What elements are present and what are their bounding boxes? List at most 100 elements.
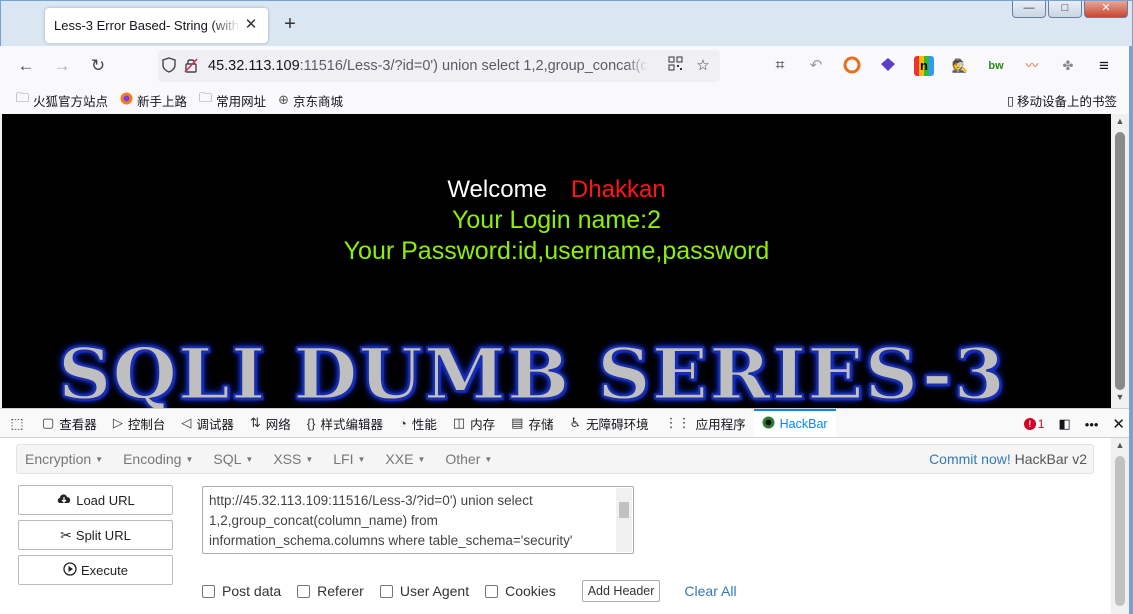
crop-screenshot-icon[interactable]: ⌗ (770, 56, 790, 76)
bw-extension-icon[interactable]: bw (986, 56, 1006, 76)
commit-now-link[interactable]: Commit now! (929, 451, 1011, 467)
colorful-extension-icon[interactable]: n (914, 56, 934, 76)
bookmark-star-icon[interactable]: ☆ (694, 56, 712, 76)
dock-toggle-icon[interactable]: ◧ (1058, 416, 1070, 432)
style-editor-icon: {} (306, 415, 316, 431)
storage-icon: ▤ (511, 415, 524, 430)
ublock-icon[interactable] (842, 56, 862, 76)
scroll-thumb[interactable] (1115, 456, 1125, 606)
button-label: Split URL (75, 527, 131, 543)
spy-extension-icon[interactable]: 🕵 (950, 56, 970, 76)
reload-button[interactable]: ↻ (86, 55, 110, 77)
error-count-badge[interactable]: ! 1 (1023, 417, 1044, 431)
checkbox-box[interactable] (202, 584, 215, 598)
referer-checkbox[interactable]: Referer (297, 583, 364, 599)
checkbox-box[interactable] (485, 584, 499, 598)
tab-style-editor[interactable]: {} 样式编辑器 (299, 409, 391, 437)
tab-hackbar[interactable]: HackBar (753, 409, 836, 437)
bookmarks-toolbar: 🗀 火狐官方站点 新手上路 🗀 常用网址 ⊕ 京东商城 ▯ 移动设备上的书签 (0, 86, 1133, 114)
checkbox-box[interactable] (379, 584, 393, 598)
new-tab-button[interactable]: + (279, 13, 301, 35)
menu-sql[interactable]: SQL ▼ (213, 451, 253, 467)
button-label: Load URL (76, 492, 135, 508)
layers-extension-icon[interactable] (878, 56, 898, 76)
tab-label: HackBar (779, 417, 828, 431)
welcome-text: Welcome (447, 176, 547, 203)
hackbar-menu: Encryption ▼ Encoding ▼ SQL ▼ XSS ▼ LFI ▼ XXE… (16, 444, 1094, 474)
checkbox-box[interactable] (297, 584, 311, 598)
tab-application[interactable]: ⋮⋮ 应用程序 (657, 409, 754, 437)
bookmark-item[interactable]: 新手上路 (120, 91, 187, 110)
url-textarea[interactable]: http://45.32.113.109:11516/Less-3/?id=0'… (202, 486, 634, 554)
login-name-text: Your Login name:2 (452, 206, 661, 234)
add-header-button[interactable]: Add Header (581, 580, 661, 602)
undo-icon[interactable]: ↶ (806, 56, 826, 76)
tab-title: Less-3 Error Based- String (with Twists) (54, 18, 240, 33)
textarea-scrollbar[interactable] (616, 488, 632, 552)
feather-extension-icon[interactable]: 〰 (1022, 56, 1042, 76)
page-scrollbar[interactable]: ▲ ▼ (1111, 114, 1129, 408)
bookmark-item[interactable]: ⊕ 京东商城 (278, 91, 343, 110)
scroll-thumb[interactable] (1115, 132, 1125, 390)
mobile-bookmarks[interactable]: ▯ 移动设备上的书签 (1007, 91, 1117, 110)
play-icon (63, 561, 77, 579)
tab-inspector[interactable]: ▢ 查看器 (34, 409, 105, 437)
tab-label: 应用程序 (695, 417, 746, 432)
clear-all-link[interactable]: Clear All (684, 583, 736, 599)
tab-memory[interactable]: ◫ 内存 (445, 409, 503, 437)
forward-button[interactable]: → (50, 55, 74, 77)
tab-accessibility[interactable]: ♿ 无障碍环境 (561, 409, 656, 437)
cookies-checkbox[interactable]: Cookies (485, 583, 556, 599)
more-options-icon[interactable]: ••• (1085, 417, 1099, 432)
execute-button[interactable]: Execute (18, 555, 173, 585)
scroll-down-arrow[interactable]: ▼ (1111, 392, 1129, 406)
tab-debugger[interactable]: ◁ 调试器 (173, 409, 242, 437)
tab-label: 内存 (470, 417, 496, 432)
globe-icon: ⊕ (278, 92, 289, 107)
hackbar-scrollbar[interactable]: ▲ (1111, 438, 1129, 614)
menu-xxe[interactable]: XXE ▼ (385, 451, 425, 467)
close-devtools-icon[interactable]: ✕ (1112, 415, 1125, 433)
tab-network[interactable]: ⇅ 网络 (242, 409, 299, 437)
shield-icon[interactable] (158, 56, 180, 76)
menu-label: Encryption (25, 451, 92, 467)
menu-xss[interactable]: XSS ▼ (273, 451, 313, 467)
minimize-button[interactable]: — (1012, 1, 1046, 18)
split-url-button[interactable]: ✂ Split URL (18, 520, 173, 550)
scroll-up-arrow[interactable]: ▲ (1111, 440, 1129, 450)
tab-label: 无障碍环境 (586, 417, 649, 432)
menu-encoding[interactable]: Encoding ▼ (123, 451, 193, 467)
tab-performance[interactable]: ◔ 性能 (391, 409, 445, 437)
load-url-button[interactable]: Load URL (18, 485, 173, 515)
scroll-up-arrow[interactable]: ▲ (1111, 116, 1129, 130)
tab-label: 样式编辑器 (320, 417, 383, 432)
browser-tab[interactable]: Less-3 Error Based- String (with Twists)… (45, 8, 268, 43)
bookmark-item[interactable]: 🗀 火狐官方站点 (16, 89, 108, 111)
url-text[interactable]: 45.32.113.109:11516/Less-3/?id=0') union… (208, 58, 648, 74)
tab-label: 网络 (265, 417, 291, 432)
tab-storage[interactable]: ▤ 存储 (503, 409, 561, 437)
window-close-button[interactable]: ✕ (1084, 1, 1128, 18)
menu-other[interactable]: Other ▼ (445, 451, 492, 467)
maximize-button[interactable]: □ (1048, 1, 1082, 18)
back-button[interactable]: ← (14, 55, 38, 77)
bookmark-item[interactable]: 🗀 常用网址 (199, 89, 266, 111)
menu-encryption[interactable]: Encryption ▼ (25, 451, 103, 467)
tab-label: 调试器 (196, 417, 234, 432)
caret-down-icon: ▼ (95, 454, 104, 464)
element-picker-icon[interactable]: ⬚ (0, 415, 34, 432)
tab-close-icon[interactable]: ✕ (242, 16, 260, 34)
application-icon: ⋮⋮ (664, 415, 691, 430)
address-bar[interactable]: 45.32.113.109:11516/Less-3/?id=0') union… (158, 50, 720, 82)
qr-icon[interactable] (666, 56, 684, 76)
textarea-scroll-thumb[interactable] (619, 502, 629, 518)
menu-icon[interactable]: ≡ (1094, 56, 1114, 76)
hackbar-icon (762, 416, 775, 432)
puzzle-extensions-icon[interactable]: ✤ (1058, 56, 1078, 76)
caret-down-icon: ▼ (484, 454, 493, 464)
insecure-lock-icon[interactable] (180, 57, 202, 76)
tab-console[interactable]: ▷ 控制台 (105, 409, 174, 437)
user-agent-checkbox[interactable]: User Agent (379, 583, 469, 599)
post-data-checkbox[interactable]: Post data (202, 583, 281, 599)
menu-lfi[interactable]: LFI ▼ (333, 451, 365, 467)
